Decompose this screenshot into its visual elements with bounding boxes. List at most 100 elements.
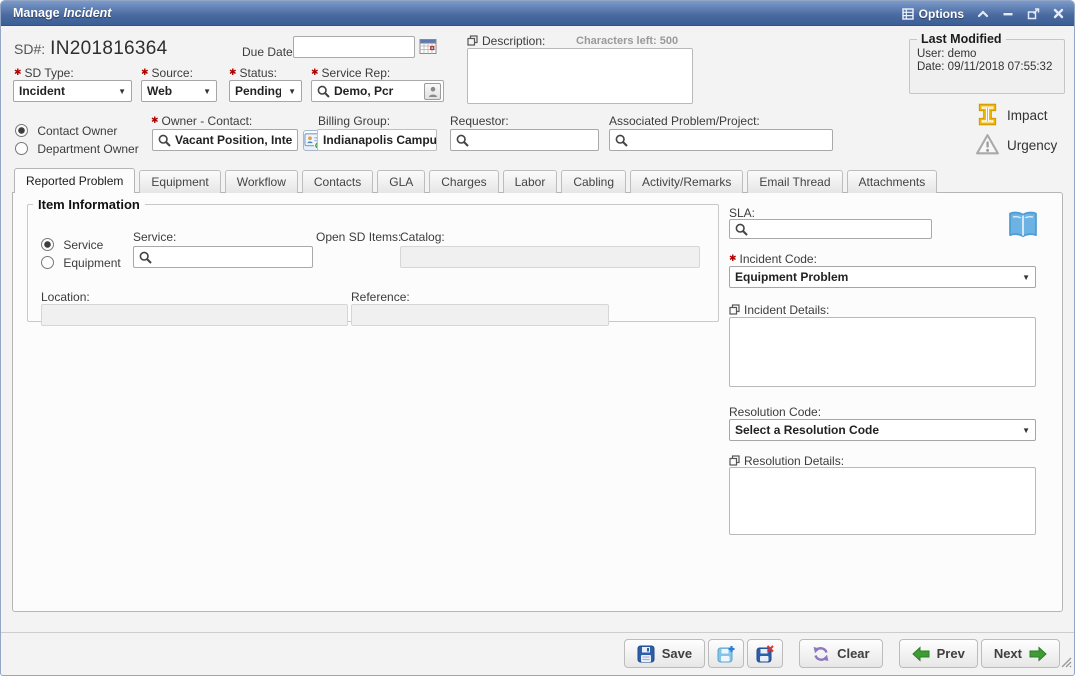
prev-arrow-icon: [912, 646, 930, 662]
urgency-label: Urgency: [1007, 138, 1057, 153]
popout-edit-icon[interactable]: [467, 35, 478, 49]
tab-email-thread[interactable]: Email Thread: [747, 170, 842, 193]
close-icon[interactable]: [1053, 8, 1064, 19]
incident-details-label: Incident Details:: [729, 303, 829, 318]
owner-contact-combo[interactable]: Vacant Position, Internal A: [152, 129, 298, 151]
urgency-icon[interactable]: [975, 133, 1000, 161]
knowledge-book-icon[interactable]: [1005, 209, 1041, 246]
item-information-box: Item Information Service Equipment Servi…: [27, 197, 719, 322]
popout-icon[interactable]: [1027, 8, 1040, 20]
tab-strip: Reported Problem Equipment Workflow Cont…: [14, 169, 941, 193]
window-title: ManageIncident: [13, 6, 111, 20]
department-owner-radio[interactable]: Department Owner: [15, 142, 139, 156]
titlebar: ManageIncident Options: [1, 1, 1074, 26]
person-picker-button[interactable]: [424, 83, 441, 100]
associated-label: Associated Problem/Project:: [609, 114, 760, 128]
sla-input: [730, 220, 931, 238]
collapse-icon[interactable]: [977, 9, 989, 19]
service-search-field[interactable]: [133, 246, 313, 268]
tab-workflow[interactable]: Workflow: [225, 170, 298, 193]
popout-edit-icon[interactable]: [729, 304, 740, 318]
required-icon: ✱: [14, 67, 22, 77]
tab-charges[interactable]: Charges: [429, 170, 498, 193]
required-icon: ✱: [311, 67, 319, 77]
next-arrow-icon: [1029, 646, 1047, 662]
calendar-icon[interactable]: [419, 38, 437, 60]
reported-problem-panel: Item Information Service Equipment Servi…: [12, 192, 1063, 612]
save-and-new-button[interactable]: [708, 639, 744, 668]
sla-search-field[interactable]: [729, 219, 932, 239]
billing-group-label: Billing Group:: [318, 114, 390, 128]
tab-reported-problem[interactable]: Reported Problem: [14, 168, 135, 193]
billing-group-value: Indianapolis Campus: [317, 129, 437, 151]
required-icon: ✱: [141, 67, 149, 77]
service-rep-label: ✱Service Rep:: [311, 66, 390, 80]
description-label: Description:: [467, 34, 545, 49]
tab-labor[interactable]: Labor: [503, 170, 558, 193]
impact-label: Impact: [1007, 108, 1048, 123]
reference-input: [351, 304, 609, 326]
service-input: [134, 247, 312, 267]
associated-input: [610, 130, 832, 150]
search-icon: [158, 134, 171, 147]
tab-contacts[interactable]: Contacts: [302, 170, 373, 193]
open-sd-items-label: Open SD Items:: [316, 230, 401, 244]
sd-type-select[interactable]: Incident ▼: [13, 80, 132, 102]
tab-activity-remarks[interactable]: Activity/Remarks: [630, 170, 743, 193]
service-rep-combo[interactable]: Demo, Pcr: [311, 80, 444, 102]
required-icon: ✱: [151, 115, 159, 125]
owner-contact-label: ✱Owner - Contact:: [151, 114, 252, 128]
catalog-label: Catalog:: [400, 230, 445, 244]
due-date-input[interactable]: [293, 36, 415, 58]
options-grid-icon: [902, 8, 914, 20]
tab-gla[interactable]: GLA: [377, 170, 425, 193]
status-label: ✱Status:: [229, 66, 277, 80]
incident-details-textarea[interactable]: [729, 317, 1036, 387]
save-x-icon: [756, 645, 774, 663]
clear-refresh-icon: [812, 646, 830, 662]
clear-button[interactable]: Clear: [799, 639, 883, 668]
requestor-input: [451, 130, 598, 150]
owner-contact-value: Vacant Position, Internal A: [175, 133, 293, 147]
tab-cabling[interactable]: Cabling: [561, 170, 626, 193]
description-textarea[interactable]: [467, 48, 693, 104]
status-select[interactable]: Pending ▼: [229, 80, 302, 102]
contact-owner-radio[interactable]: Contact Owner: [15, 124, 117, 138]
requestor-field[interactable]: [450, 129, 599, 151]
last-modified-date: Date: 09/11/2018 07:55:32: [917, 61, 1057, 73]
resolution-code-select[interactable]: Select a Resolution Code ▼: [729, 419, 1036, 441]
options-button[interactable]: Options: [902, 7, 964, 21]
save-icon: [637, 645, 655, 663]
source-select[interactable]: Web ▼: [141, 80, 217, 102]
incident-code-label: ✱Incident Code:: [729, 252, 817, 266]
minimize-icon[interactable]: [1002, 9, 1014, 19]
resize-grip[interactable]: [1060, 655, 1072, 673]
equipment-type-radio[interactable]: Equipment: [41, 256, 121, 270]
sd-number: IN201816364: [50, 38, 167, 60]
resolution-details-textarea[interactable]: [729, 467, 1036, 535]
location-input: [41, 304, 348, 326]
required-icon: ✱: [729, 253, 737, 263]
next-button[interactable]: Next: [981, 639, 1060, 668]
service-rep-value: Demo, Pcr: [334, 84, 421, 98]
resolution-code-label: Resolution Code:: [729, 405, 821, 419]
reference-label: Reference:: [351, 290, 410, 304]
source-label: ✱Source:: [141, 66, 193, 80]
manage-incident-window: ManageIncident Options SD#:: [0, 0, 1075, 676]
tab-attachments[interactable]: Attachments: [847, 170, 938, 193]
prev-button[interactable]: Prev: [899, 639, 978, 668]
footer-button-bar: Save Clear Prev Next: [624, 639, 1060, 668]
required-icon: ✱: [229, 67, 237, 77]
last-modified-box: Last Modified User: demo Date: 09/11/201…: [909, 32, 1065, 94]
associated-field[interactable]: [609, 129, 833, 151]
requestor-label: Requestor:: [450, 114, 509, 128]
service-label: Service:: [133, 230, 176, 244]
impact-icon[interactable]: [975, 102, 1000, 132]
save-and-close-button[interactable]: [747, 639, 783, 668]
tab-equipment[interactable]: Equipment: [139, 170, 220, 193]
footer-divider: [1, 632, 1074, 633]
sla-label: SLA:: [729, 206, 755, 220]
save-button[interactable]: Save: [624, 639, 705, 668]
incident-code-select[interactable]: Equipment Problem ▼: [729, 266, 1036, 288]
service-type-radio[interactable]: Service: [41, 238, 103, 252]
